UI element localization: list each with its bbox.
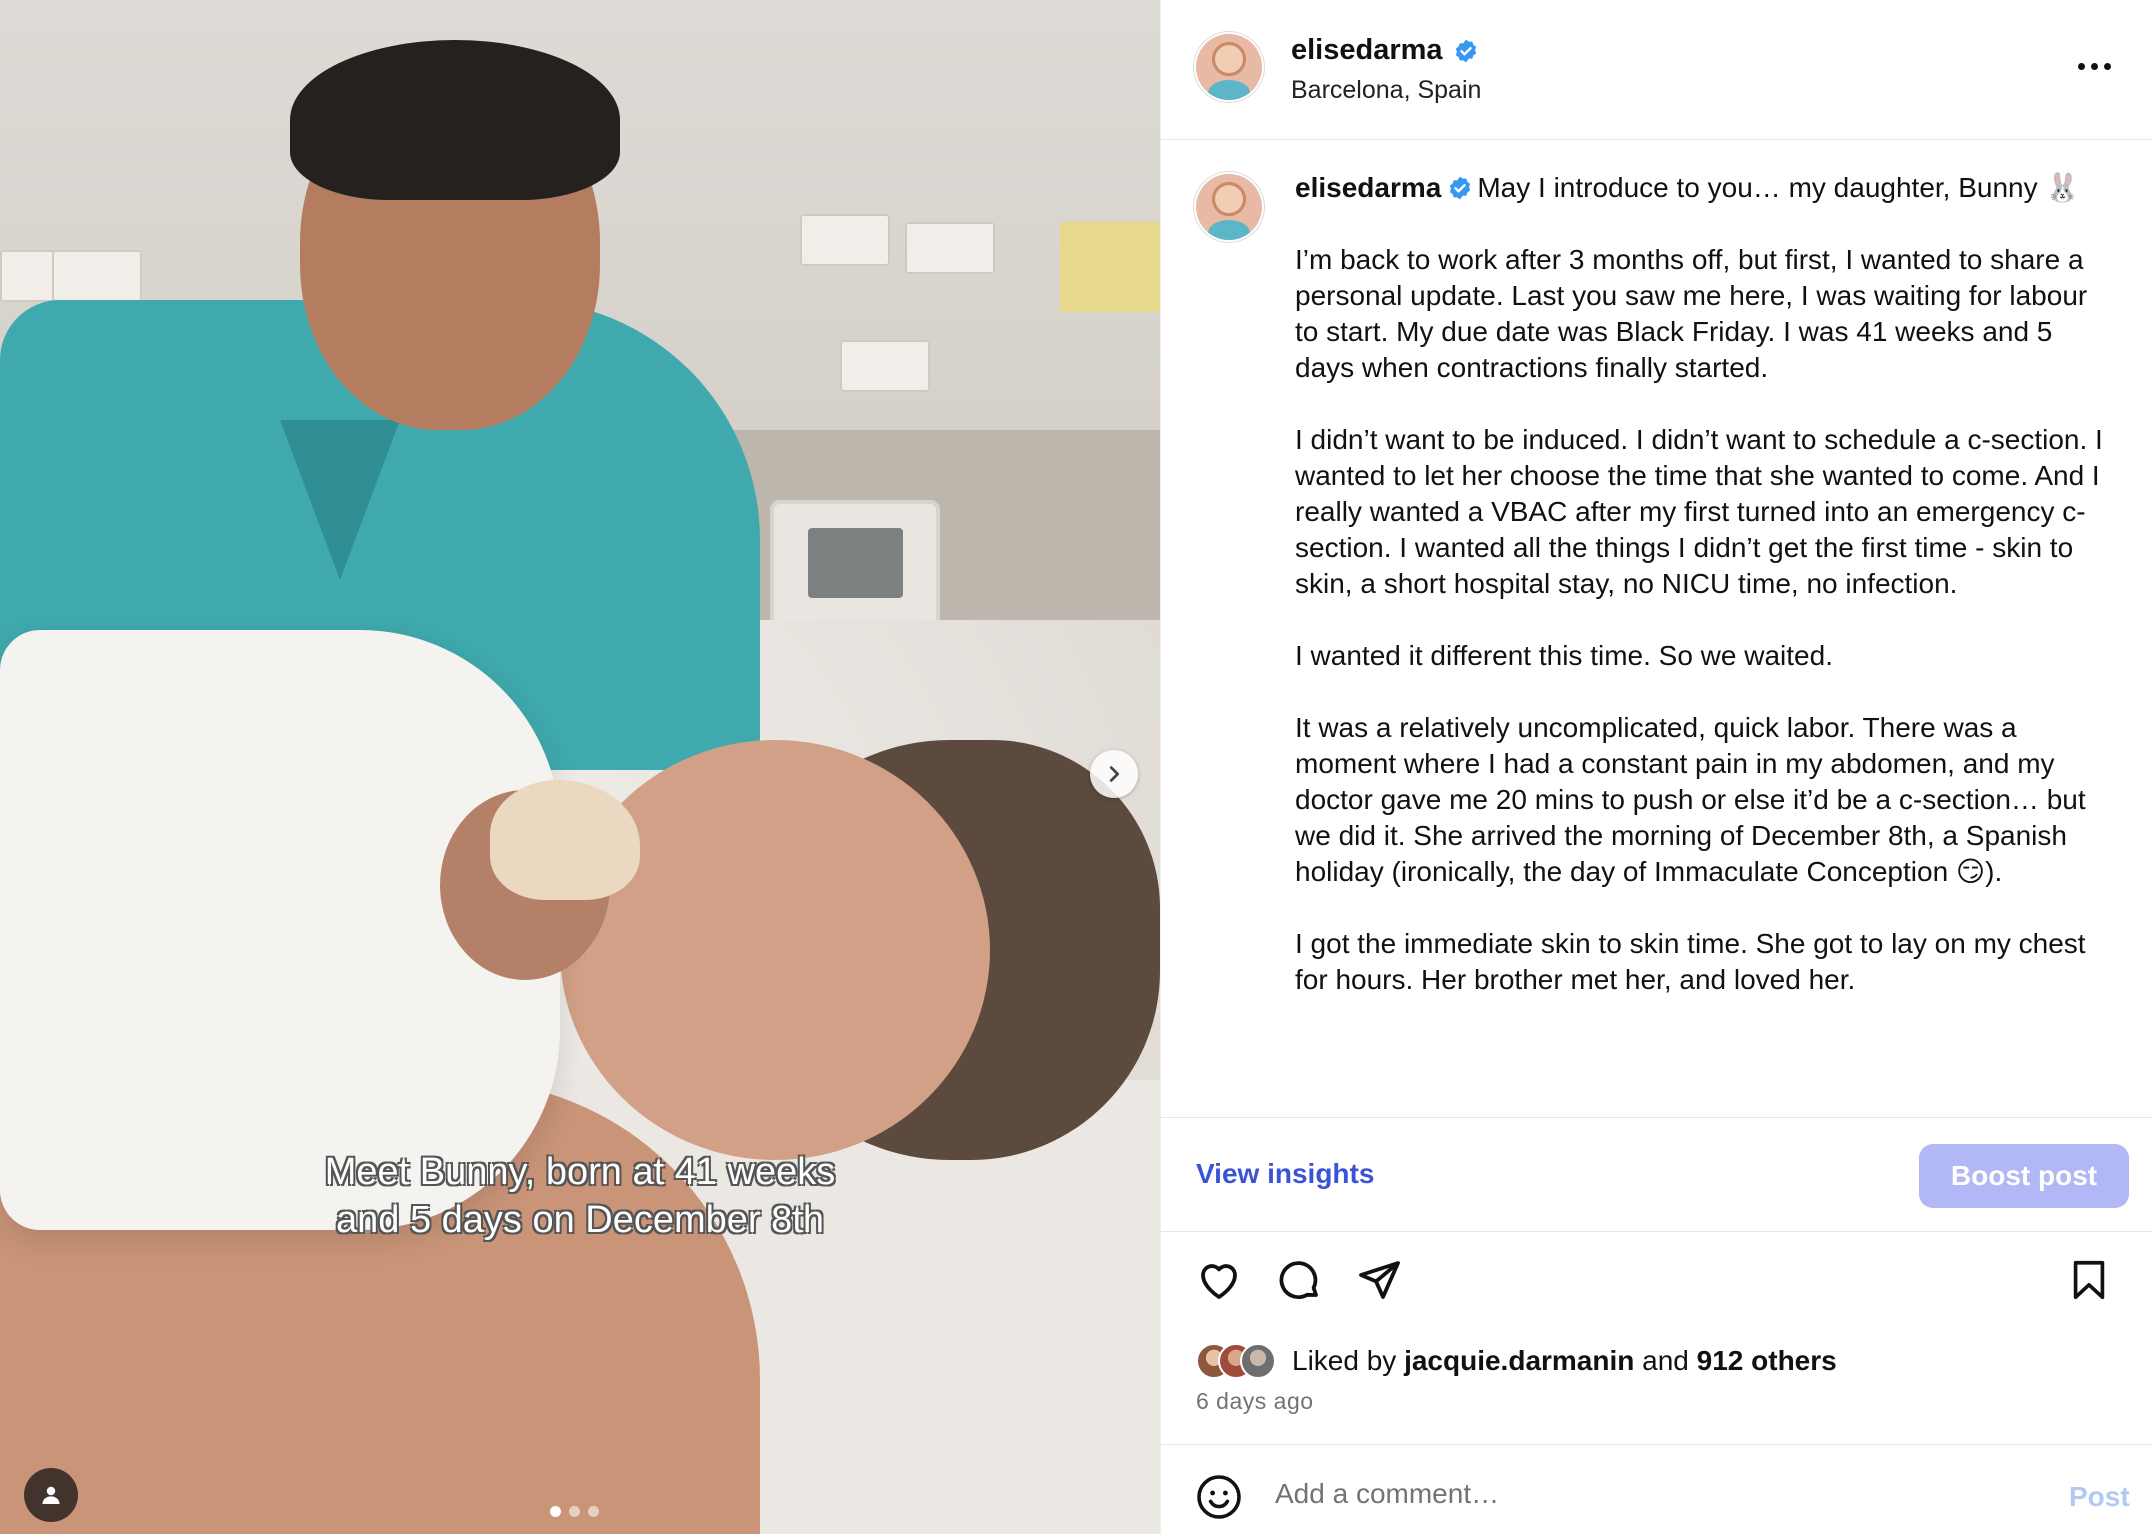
author-username-row: elisedarma [1291,34,1479,67]
liker-avatar [1240,1343,1276,1379]
like-button[interactable] [1191,1252,1247,1308]
photo-man-hair [290,40,620,200]
photo-wall-socket [905,222,995,274]
caption-body: elisedarma May I introduce to you… my dau… [1295,170,2115,998]
photo-wall-socket [52,250,142,302]
comment-icon [1279,1261,1318,1299]
post-actions-row [1161,1252,2152,1322]
photo-wall-socket [800,214,890,266]
tagged-users-button[interactable] [24,1468,78,1522]
photo-yellow-panel [1060,222,1160,312]
caption-username[interactable]: elisedarma [1295,172,1477,203]
photo-woman-face [560,740,990,1160]
boost-post-button[interactable]: Boost post [1919,1144,2129,1208]
post-timestamp[interactable]: 6 days ago [1196,1388,1314,1415]
likes-summary[interactable]: Liked by jacquie.darmanin and 912 others [1196,1340,1837,1382]
likes-text: Liked by jacquie.darmanin and 912 others [1292,1345,1837,1376]
post-owner-actions: View insights Boost post [1161,1117,2152,1232]
post-media[interactable]: Meet Bunny, born at 41 weeks and 5 days … [0,0,1160,1534]
caption-paragraph: I got the immediate skin to skin time. S… [1295,928,2086,995]
carousel-indicator [550,1506,599,1517]
carousel-dot [550,1506,561,1517]
photo-wall-socket [840,340,930,392]
caption-paragraph: I’m back to work after 3 months off, but… [1295,244,2088,383]
comment-button[interactable] [1271,1252,1327,1308]
person-icon [42,1486,60,1504]
caption-paragraph: It was a relatively uncomplicated, quick… [1295,712,2086,887]
bookmark-icon [2073,1260,2105,1300]
carousel-dot [588,1506,599,1517]
view-insights-link[interactable]: View insights [1196,1158,1374,1190]
share-button[interactable] [1351,1252,1407,1308]
carousel-next-button[interactable] [1090,750,1138,798]
post-header: elisedarma Barcelona, Spain [1161,0,2152,140]
likes-others-count[interactable]: 912 others [1697,1345,1837,1376]
post-caption: elisedarma May I introduce to you… my dau… [1161,140,2152,1117]
emoji-icon[interactable] [1195,1473,1243,1521]
caption-paragraph: I wanted it different this time. So we w… [1295,640,1833,671]
save-button[interactable] [2061,1252,2117,1308]
caption-scroll-fade [1161,1091,2152,1117]
media-overlay-caption: Meet Bunny, born at 41 weeks and 5 days … [324,1151,836,1241]
post-location[interactable]: Barcelona, Spain [1291,76,1481,105]
comment-input[interactable] [1275,1469,1955,1519]
more-options-button[interactable] [2069,46,2119,86]
more-dots-icon [2077,62,2085,70]
verified-badge-icon [1450,176,1471,200]
caption-first-line: May I introduce to you… my daughter, Bun… [1477,172,2081,203]
heart-icon [1201,1264,1237,1299]
send-icon [1359,1261,1400,1299]
post-details-panel: elisedarma Barcelona, Spain elisedarma Ma… [1160,0,2152,1534]
comment-composer: Post [1161,1444,2152,1534]
author-username[interactable]: elisedarma [1291,34,1443,67]
author-avatar[interactable] [1196,34,1262,100]
caption-author-avatar[interactable] [1196,174,1262,240]
liker-username[interactable]: jacquie.darmanin [1404,1345,1634,1376]
post-comment-button[interactable]: Post [2069,1481,2130,1513]
verified-badge-icon [1455,39,1476,62]
caption-paragraph: I didn’t want to be induced. I didn’t wa… [1295,424,2103,599]
chevron-right-icon [1109,766,1120,782]
carousel-dot [569,1506,580,1517]
